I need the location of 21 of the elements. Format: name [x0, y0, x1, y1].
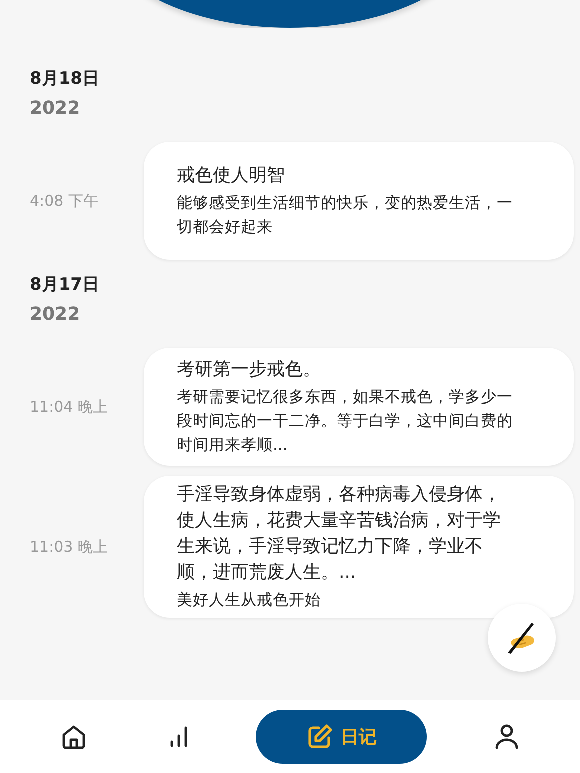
- diary-tab[interactable]: 日记: [256, 710, 428, 764]
- diary-card[interactable]: 考研第一步戒色。 考研需要记忆很多东西，如果不戒色，学多少一段时间忘的一干二净。等于白学，这中间白费的时间用来孝顺...: [144, 348, 574, 466]
- entry-text: 能够感受到生活细节的快乐，变的热爱生活，一切都会好起来: [177, 193, 513, 238]
- date-label: 8月17日: [30, 274, 100, 297]
- entry-text: 考研需要记忆很多东西，如果不戒色，学多少一段时间忘的一干二净。等于白学，这中间白费的时间用来孝顺...: [177, 387, 513, 456]
- entry-time: 4:08 下午: [29, 192, 100, 210]
- date-label: 8月18日: [30, 68, 100, 91]
- diary-card[interactable]: 戒色使人明智 能够感受到生活细节的快乐，变的热爱生活，一切都会好起来: [144, 142, 574, 260]
- bar-chart-icon: [168, 724, 189, 748]
- entry-time: 11:03 晚上: [29, 538, 109, 556]
- edit-icon: [306, 724, 333, 750]
- profile-icon: [495, 724, 520, 750]
- entry-title: 戒色使人明智: [177, 164, 286, 188]
- home-icon: [60, 724, 87, 750]
- entry-time: 11:04 晚上: [29, 398, 109, 416]
- entry-title: 手淫导致身体虚弱，各种病毒入侵身体，使人生病，花费大量辛苦钱治病，对于学生来说，手淫导致记忆力下降，学业不顺，进而荒废人生。...: [177, 483, 502, 585]
- year-label: 2022: [30, 303, 82, 327]
- diary-card[interactable]: 手淫导致身体虚弱，各种病毒入侵身体，使人生病，花费大量辛苦钱治病，对于学生来说，手淫导致记忆力下降，学业不顺，进而荒废人生。... 美好人生从戒色开始: [144, 476, 574, 618]
- entry-text: 美好人生从戒色开始: [177, 590, 322, 611]
- year-label: 2022: [30, 97, 82, 121]
- entry-title: 考研第一步戒色。: [177, 358, 322, 382]
